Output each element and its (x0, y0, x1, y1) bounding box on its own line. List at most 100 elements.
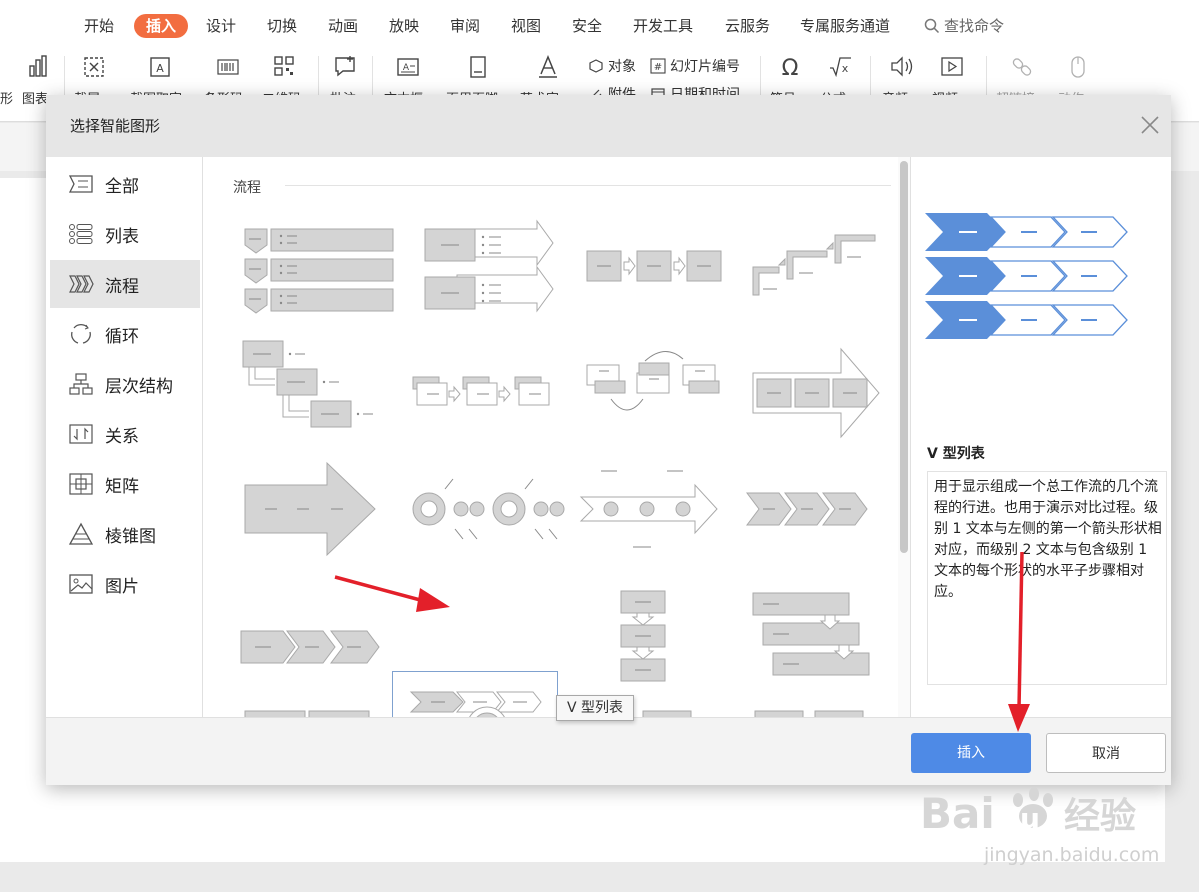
chart-label: 图表 (22, 92, 49, 107)
search-icon (924, 18, 940, 34)
list-icon (69, 224, 93, 244)
watermark-url: jingyan.baidu.com (984, 844, 1160, 866)
chart-icon (29, 55, 47, 77)
slide-number-button[interactable]: # 幻灯片编号 (650, 56, 740, 76)
cancel-button[interactable]: 取消 (1046, 733, 1166, 773)
category-hierarchy[interactable]: 层次结构 (50, 360, 200, 408)
hash-icon: # (650, 58, 666, 74)
dialog-header: 选择智能图形 (46, 95, 1171, 157)
layout-thumb[interactable] (235, 199, 401, 319)
dialog-title: 选择智能图形 (70, 117, 161, 135)
category-cycle[interactable]: 循环 (50, 310, 200, 358)
formula-icon: x (830, 57, 851, 78)
video-icon (941, 57, 963, 76)
link-icon (1012, 58, 1032, 76)
category-matrix[interactable]: 矩阵 (50, 460, 200, 508)
category-label: 循环 (105, 327, 139, 347)
search-label: 查找命令 (944, 17, 1005, 35)
svg-text:Bai: Bai (920, 789, 995, 838)
speaker-icon (891, 56, 913, 77)
category-label: 棱锥图 (105, 527, 156, 547)
object-button[interactable]: 对象 (588, 56, 636, 76)
barcode-icon (217, 59, 239, 75)
layout-thumb[interactable] (739, 459, 905, 579)
layout-thumb[interactable] (571, 339, 737, 459)
wordart-icon (539, 55, 557, 78)
scrollbar-thumb[interactable] (900, 161, 908, 553)
category-nav: 全部 列表 流程 循环 层次结构 关系 矩阵 棱锥图 图片 (46, 157, 202, 717)
object-icon (589, 59, 603, 73)
layout-thumb[interactable] (739, 339, 905, 459)
layout-thumb[interactable] (571, 579, 737, 699)
preview-pane: V 型列表 用于显示组成一个总工作流的几个流程的行进。也用于演示对比过程。级别 … (910, 157, 1171, 717)
insert-button[interactable]: 插入 (911, 733, 1031, 773)
layout-thumb[interactable] (571, 199, 737, 319)
layout-gallery: 流程 (202, 157, 910, 717)
tab-review[interactable]: 审阅 (450, 14, 480, 38)
layout-thumb[interactable] (571, 459, 737, 579)
comment-icon (335, 56, 355, 77)
section-title: 流程 (233, 180, 261, 196)
layout-thumb[interactable] (739, 199, 905, 319)
ocr-icon: A (150, 57, 170, 77)
tab-home[interactable]: 开始 (84, 14, 114, 38)
cycle-icon (71, 324, 91, 344)
preview-diagram (925, 213, 1128, 339)
layout-thumb[interactable] (403, 339, 569, 459)
category-label: 全部 (105, 177, 139, 197)
symbol-icon: Ω (782, 56, 799, 80)
tab-cloud[interactable]: 云服务 (725, 14, 770, 38)
layout-thumb[interactable] (403, 199, 569, 319)
tab-security[interactable]: 安全 (572, 14, 602, 38)
close-icon[interactable] (1138, 113, 1162, 137)
relationship-icon (69, 424, 93, 444)
svg-text:x: x (842, 62, 849, 75)
tab-insert[interactable]: 插入 (134, 14, 189, 38)
qrcode-icon (274, 56, 294, 76)
slide-number-label: 幻灯片编号 (670, 59, 740, 75)
category-list[interactable]: 列表 (50, 210, 200, 258)
category-picture[interactable]: 图片 (50, 560, 200, 608)
baidu-paw-logo: Bai du 经验 (920, 787, 1136, 838)
process-icon (69, 275, 94, 293)
layout-thumb[interactable] (235, 459, 401, 579)
category-label: 图片 (105, 577, 139, 597)
category-relationship[interactable]: 关系 (50, 410, 200, 458)
category-pyramid[interactable]: 棱锥图 (50, 510, 200, 558)
category-label: 列表 (105, 227, 139, 247)
smartart-dialog: 选择智能图形 全部 列表 流程 循环 层次结构 关系 矩阵 棱锥图 图片 流程 … (46, 95, 1171, 785)
shape-button[interactable]: 形 (0, 54, 14, 114)
tab-view[interactable]: 视图 (511, 14, 541, 38)
tab-animation[interactable]: 动画 (328, 14, 358, 38)
mouse-icon (1071, 56, 1085, 78)
tab-developer[interactable]: 开发工具 (633, 14, 693, 38)
tab-transition[interactable]: 切换 (267, 14, 297, 38)
svg-text:A: A (156, 62, 164, 75)
baidu-watermark: Bai du 经验 jingyan.baidu.com (916, 780, 1160, 880)
object-label: 对象 (608, 59, 636, 75)
layout-thumb[interactable] (403, 699, 569, 717)
layout-thumb[interactable] (403, 459, 569, 579)
svg-text:Ω: Ω (782, 56, 799, 80)
gallery-scrollbar[interactable] (898, 157, 910, 717)
ribbon-tabbar: 开始 插入 设计 切换 动画 放映 审阅 视图 安全 开发工具 云服务 专属服务… (0, 0, 1199, 48)
layout-thumb[interactable] (235, 339, 401, 459)
tab-slideshow[interactable]: 放映 (389, 14, 419, 38)
category-process[interactable]: 流程 (50, 260, 200, 308)
dialog-footer: 插入 取消 (46, 717, 1171, 785)
textbox-icon: A (397, 58, 419, 76)
search-command[interactable]: 查找命令 (924, 14, 1004, 38)
tab-design[interactable]: 设计 (206, 14, 236, 38)
layout-thumb[interactable] (739, 699, 905, 717)
category-all[interactable]: 全部 (50, 160, 200, 208)
section-divider (285, 185, 891, 186)
layout-tooltip: V 型列表 (556, 695, 635, 721)
tab-service[interactable]: 专属服务通道 (800, 14, 890, 38)
svg-text:#: # (654, 62, 662, 73)
svg-text:经验: 经验 (1064, 796, 1136, 837)
shape-icon (0, 54, 8, 80)
screenshot-icon (84, 57, 104, 77)
layout-thumb[interactable] (235, 579, 401, 699)
layout-thumb[interactable] (739, 579, 905, 699)
layout-thumb[interactable] (235, 699, 401, 717)
